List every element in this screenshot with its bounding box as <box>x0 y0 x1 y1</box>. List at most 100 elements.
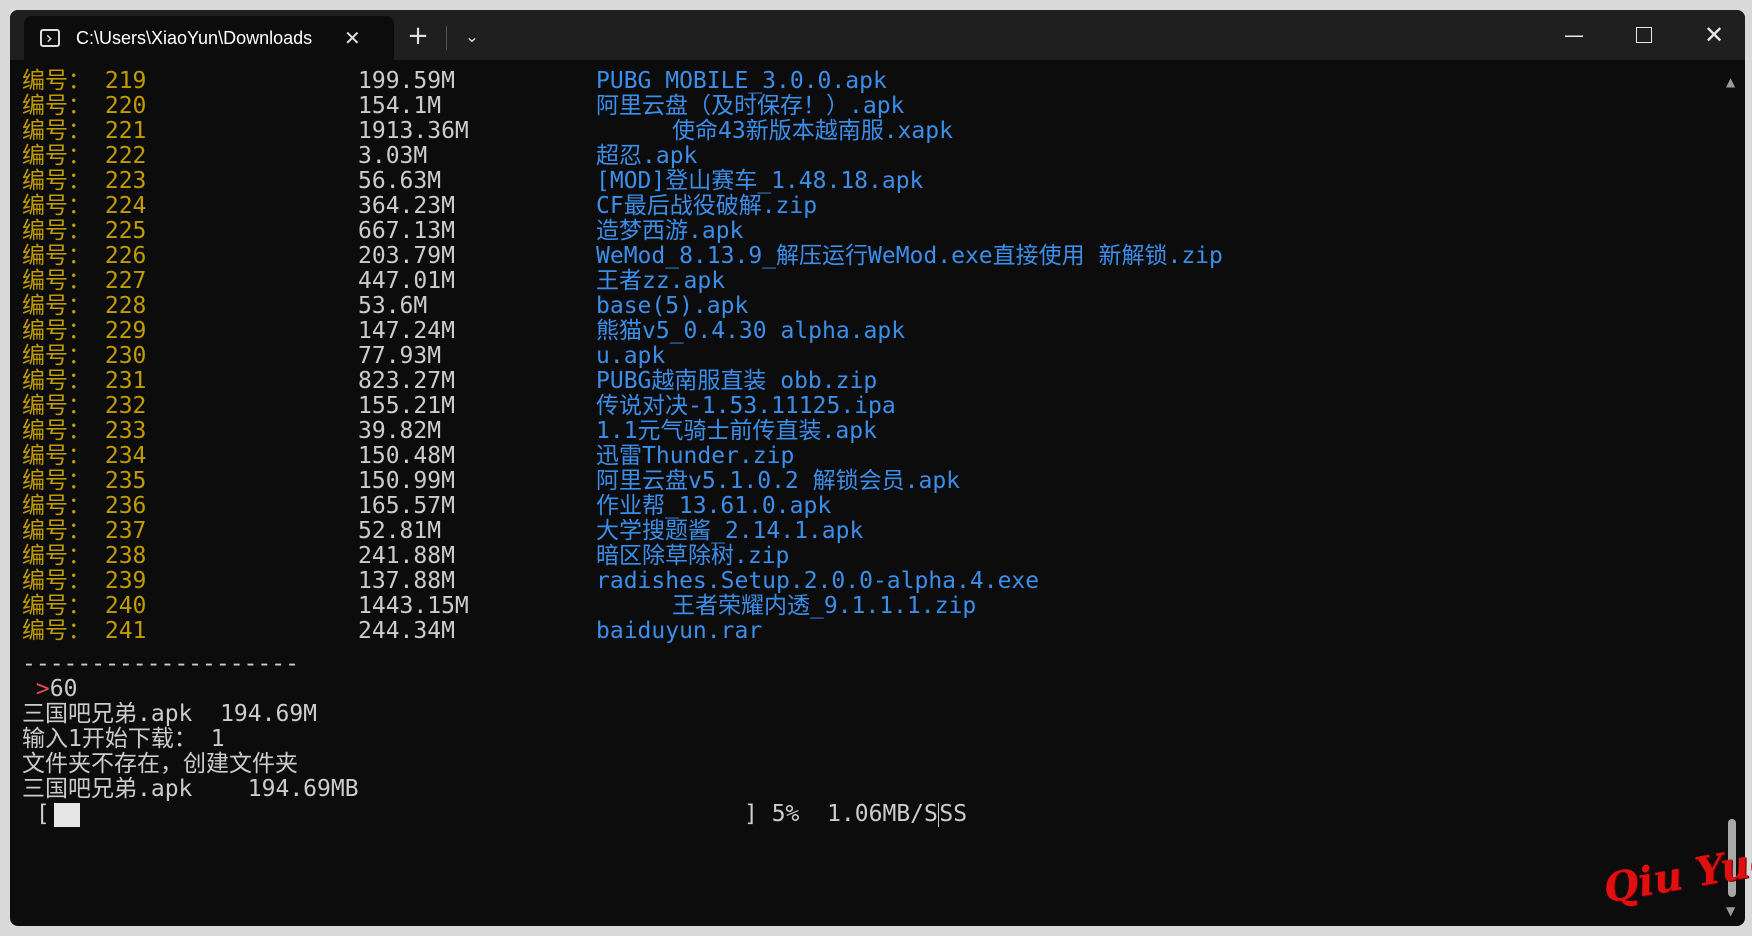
list-item: 编号： 222 3.03M 超忍.apk <box>10 142 1710 170</box>
progress-fill <box>53 802 80 827</box>
file-number: 编号： 226 <box>22 243 147 269</box>
tab-title: C:\Users\XiaoYun\Downloads <box>76 27 313 48</box>
file-size: 823.27M <box>358 368 455 394</box>
file-name: base(5).apk <box>596 293 749 319</box>
list-item: 编号： 225 667.13M 造梦西游.apk <box>10 217 1710 245</box>
tab-downloads[interactable]: C:\Users\XiaoYun\Downloads ✕ <box>24 16 394 60</box>
file-number: 编号： 221 <box>22 118 147 144</box>
list-item: 编号： 231 823.27M PUBG越南服直装 obb.zip <box>10 367 1710 395</box>
file-number: 编号： 234 <box>22 443 147 469</box>
new-tab-button[interactable]: + <box>398 18 438 54</box>
file-size: 364.23M <box>358 193 455 219</box>
list-item: 编号： 219 199.59M PUBG MOBILE_3.0.0.apk <box>10 67 1710 95</box>
list-item: 编号： 235 150.99M 阿里云盘v5.1.0.2 解锁会员.apk <box>10 467 1710 495</box>
output-line: 文件夹不存在，创建文件夹 <box>22 751 298 777</box>
list-item: 编号： 221 1913.36M 使命43新版本越南服.xapk <box>10 117 1710 145</box>
file-name: 阿里云盘（及时保存！）.apk <box>596 93 905 119</box>
file-number: 编号： 230 <box>22 343 147 369</box>
file-size: 147.24M <box>358 318 455 344</box>
file-size: 154.1M <box>358 93 442 119</box>
file-name: radishes.Setup.2.0.0-alpha.4.exe <box>596 568 1040 594</box>
prompt-line: >60 <box>22 675 78 703</box>
file-number: 编号： 219 <box>22 68 147 94</box>
file-number: 编号： 235 <box>22 468 147 494</box>
file-size: 3.03M <box>358 143 428 169</box>
file-size: 1913.36M <box>358 118 469 144</box>
output-line: 输入1开始下载： 1 <box>22 726 225 752</box>
list-item: 编号： 224 364.23M CF最后战役破解.zip <box>10 192 1710 220</box>
file-size: 39.82M <box>358 418 442 444</box>
file-name: 使命43新版本越南服.xapk <box>672 118 953 144</box>
file-number: 编号： 241 <box>22 618 147 644</box>
file-name: [MOD]登山赛车_1.48.18.apk <box>596 168 924 194</box>
vertical-scrollbar[interactable]: ▲ ▼ <box>1723 65 1741 926</box>
tab-close-icon[interactable]: ✕ <box>344 26 361 50</box>
file-size: 667.13M <box>358 218 455 244</box>
file-size: 1443.15M <box>358 593 469 619</box>
list-item: 编号： 220 154.1M 阿里云盘（及时保存！）.apk <box>10 92 1710 120</box>
file-size: 77.93M <box>358 343 442 369</box>
list-item: 编号： 234 150.48M 迅雷Thunder.zip <box>10 442 1710 470</box>
prompt-input: 60 <box>49 676 78 702</box>
list-item: 编号： 241 244.34M baiduyun.rar <box>10 617 1710 645</box>
file-size: 150.48M <box>358 443 455 469</box>
file-number: 编号： 240 <box>22 593 147 619</box>
file-name: u.apk <box>596 343 666 369</box>
file-size: 56.63M <box>358 168 442 194</box>
list-item: 编号： 226 203.79M WeMod_8.13.9_解压运行WeMod.exe… <box>10 242 1710 270</box>
close-window-button[interactable]: ✕ <box>1680 10 1745 60</box>
list-item: 编号： 236 165.57M 作业帮_13.61.0.apk <box>10 492 1710 520</box>
list-item: 编号： 230 77.93M u.apk <box>10 342 1710 370</box>
file-size: 203.79M <box>358 243 455 269</box>
file-size: 155.21M <box>358 393 455 419</box>
file-number: 编号： 231 <box>22 368 147 394</box>
file-name: 暗区除草除树.zip <box>596 543 790 569</box>
minimize-button[interactable]: — <box>1540 10 1608 60</box>
file-name: 超忍.apk <box>596 143 698 169</box>
file-name: CF最后战役破解.zip <box>596 193 818 219</box>
file-number: 编号： 228 <box>22 293 147 319</box>
file-size: 244.34M <box>358 618 455 644</box>
file-name: 造梦西游.apk <box>596 218 744 244</box>
file-name: 作业帮_13.61.0.apk <box>596 493 832 519</box>
file-name: 王者荣耀内透_9.1.1.1.zip <box>672 593 977 619</box>
file-number: 编号： 238 <box>22 543 147 569</box>
file-number: 编号： 225 <box>22 218 147 244</box>
file-name: 熊猫v5_0.4.30 alpha.apk <box>596 318 906 344</box>
prompt-mark: > <box>35 676 50 702</box>
file-size: 52.81M <box>358 518 442 544</box>
file-size: 199.59M <box>358 68 455 94</box>
list-item: 编号： 232 155.21M 传说对决-1.53.11125.ipa <box>10 392 1710 420</box>
file-name: 大学搜题酱_2.14.1.apk <box>596 518 864 544</box>
scroll-down-icon[interactable]: ▼ <box>1726 904 1735 918</box>
list-item: 编号： 223 56.63M [MOD]登山赛车_1.48.18.apk <box>10 167 1710 195</box>
file-size: 447.01M <box>358 268 455 294</box>
file-number: 编号： 222 <box>22 143 147 169</box>
list-item: 编号： 237 52.81M 大学搜题酱_2.14.1.apk <box>10 517 1710 545</box>
file-name: 王者zz.apk <box>596 268 726 294</box>
maximize-icon <box>1636 27 1652 43</box>
separator-line: -------------------- <box>22 651 299 677</box>
scroll-up-icon[interactable]: ▲ <box>1726 75 1735 89</box>
file-name: 传说对决-1.53.11125.ipa <box>596 393 896 419</box>
list-item: 编号： 238 241.88M 暗区除草除树.zip <box>10 542 1710 570</box>
file-name: 阿里云盘v5.1.0.2 解锁会员.apk <box>596 468 961 494</box>
progress-open: [ <box>35 801 50 827</box>
file-number: 编号： 236 <box>22 493 147 519</box>
file-number: 编号： 229 <box>22 318 147 344</box>
list-item: 编号： 240 1443.15M 王者荣耀内透_9.1.1.1.zip <box>10 592 1710 620</box>
file-name: baiduyun.rar <box>596 618 763 644</box>
list-item: 编号： 227 447.01M 王者zz.apk <box>10 267 1710 295</box>
file-number: 编号： 224 <box>22 193 147 219</box>
file-name: PUBG越南服直装 obb.zip <box>596 368 878 394</box>
list-item: 编号： 233 39.82M 1.1元气骑士前传直装.apk <box>10 417 1710 445</box>
terminal-output[interactable]: 编号： 219 199.59M PUBG MOBILE_3.0.0.apk 编号： 2… <box>10 65 1715 926</box>
maximize-button[interactable] <box>1610 10 1678 60</box>
tab-divider <box>446 26 447 50</box>
file-number: 编号： 220 <box>22 93 147 119</box>
progress-status: ] 5% 1.06MB/SSS <box>744 800 967 828</box>
file-number: 编号： 239 <box>22 568 147 594</box>
chevron-down-icon[interactable]: ⌄ <box>452 18 492 54</box>
output-line: 三国吧兄弟.apk 194.69MB <box>22 776 359 802</box>
progress-text: ] 5% 1.06MB/S <box>744 801 938 827</box>
